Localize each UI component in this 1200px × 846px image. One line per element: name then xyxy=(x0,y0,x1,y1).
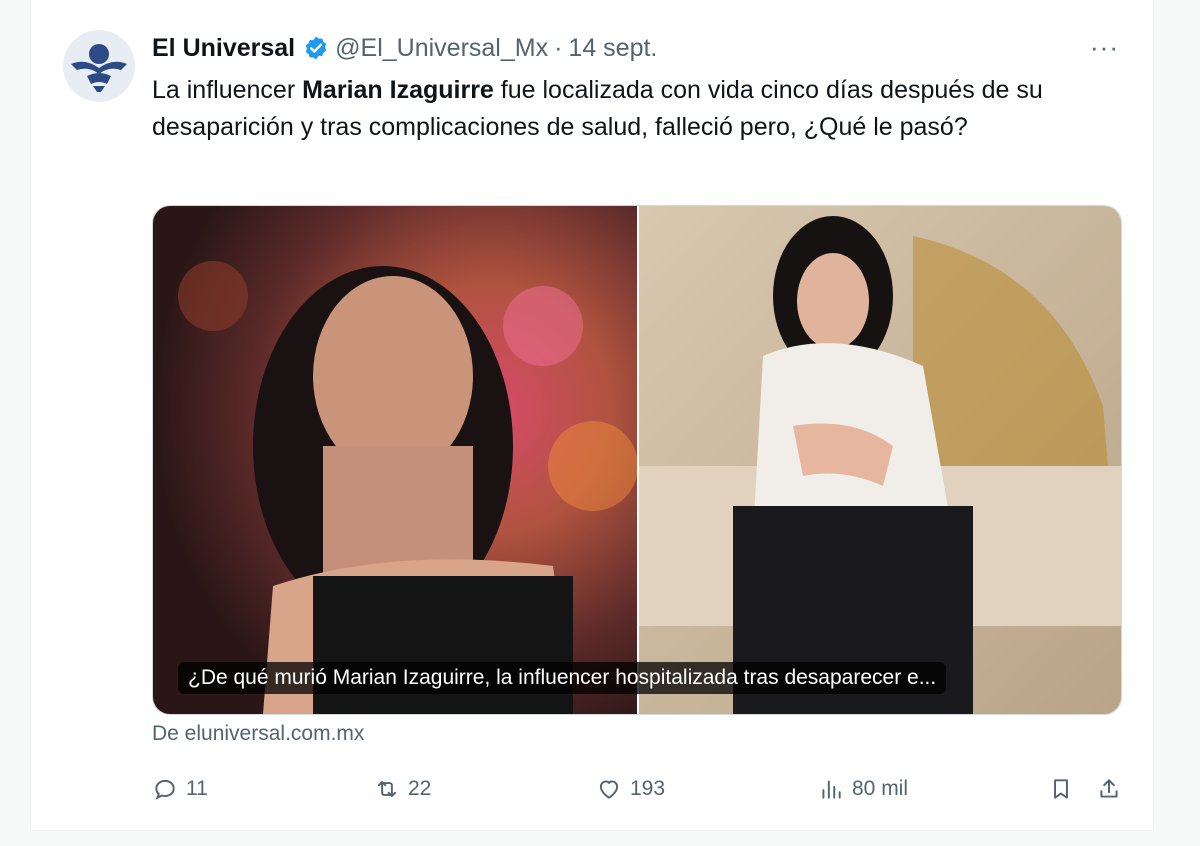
share-icon xyxy=(1100,779,1118,798)
reply-button[interactable]: 11 xyxy=(152,776,208,802)
heart-icon xyxy=(599,780,619,799)
tweet-date[interactable]: 14 sept. xyxy=(568,34,657,63)
share-button[interactable] xyxy=(1096,776,1122,802)
retweet-icon xyxy=(377,780,397,798)
reply-count: 11 xyxy=(186,777,208,800)
retweet-count: 22 xyxy=(408,777,432,800)
eagle-logo-icon xyxy=(63,30,135,102)
tweet-text-mention: Marian Izaguirre xyxy=(302,76,494,104)
avatar[interactable] xyxy=(63,30,135,102)
card-image xyxy=(153,206,1121,714)
bookmark-icon xyxy=(1054,779,1068,799)
views-button[interactable]: 80 mil xyxy=(818,776,908,802)
views-chart-icon xyxy=(822,780,841,799)
views-count: 80 mil xyxy=(852,777,909,800)
author-handle[interactable]: @El_Universal_Mx xyxy=(335,34,548,63)
tweet-text-before: La influencer xyxy=(152,76,303,104)
like-count: 193 xyxy=(630,777,666,800)
tweet-actions: 11 22 193 80 mil xyxy=(152,770,1122,814)
tweet-header: El Universal @El_Universal_Mx · 14 sept. xyxy=(152,28,1122,68)
more-options-icon[interactable]: ··· xyxy=(1090,32,1119,63)
verified-badge-icon xyxy=(303,35,329,61)
tweet-text: La influencer Marian Izaguirre fue local… xyxy=(152,72,1112,146)
bookmark-button[interactable] xyxy=(1048,776,1074,802)
author-name[interactable]: El Universal xyxy=(152,34,295,63)
link-card[interactable]: ¿De qué murió Marian Izaguirre, la influ… xyxy=(152,205,1122,715)
reply-icon xyxy=(155,779,175,800)
header-separator: · xyxy=(554,33,563,62)
card-source[interactable]: De eluniversal.com.mx xyxy=(152,722,364,746)
card-caption: ¿De qué murió Marian Izaguirre, la influ… xyxy=(178,662,947,694)
like-button[interactable]: 193 xyxy=(596,776,665,802)
tweet[interactable]: El Universal @El_Universal_Mx · 14 sept.… xyxy=(30,0,1154,831)
retweet-button[interactable]: 22 xyxy=(374,776,431,802)
